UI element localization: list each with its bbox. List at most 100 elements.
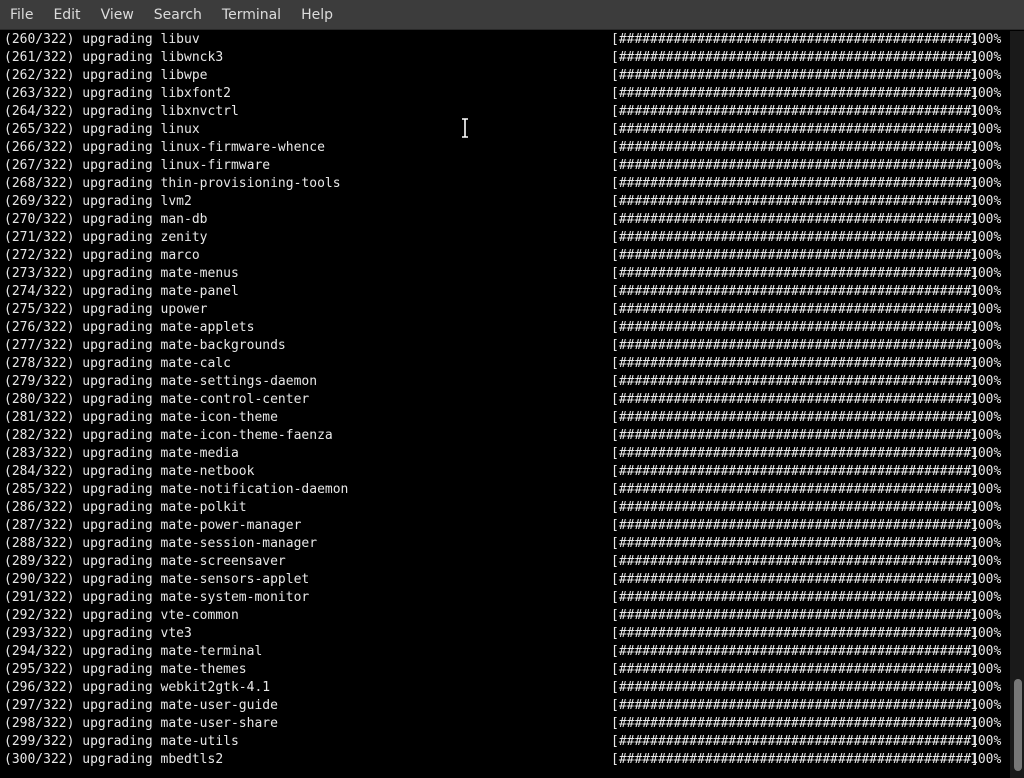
terminal-line: (263/322) upgrading libxfont2 [##########…: [0, 85, 1010, 103]
terminal-line: (272/322) upgrading marco [##############…: [0, 247, 1010, 265]
package-upgrade-text: (300/322) upgrading mbedtls2: [4, 752, 224, 767]
package-upgrade-text: (296/322) upgrading webkit2gtk-4.1: [4, 680, 271, 695]
package-upgrade-text: (287/322) upgrading mate-power-manager: [4, 518, 302, 533]
package-upgrade-text: (298/322) upgrading mate-user-share: [4, 716, 278, 731]
package-upgrade-text: (260/322) upgrading libuv: [4, 32, 200, 47]
package-upgrade-text: (262/322) upgrading libwpe: [4, 68, 208, 83]
progress-bar-text: [#######################################…: [611, 140, 979, 155]
package-upgrade-text: (269/322) upgrading lvm2: [4, 194, 192, 209]
progress-bar-text: [#######################################…: [611, 500, 979, 515]
progress-bar-text: [#######################################…: [611, 554, 979, 569]
progress-bar-text: [#######################################…: [611, 572, 979, 587]
terminal-line: (277/322) upgrading mate-backgrounds [###…: [0, 337, 1010, 355]
package-upgrade-text: (265/322) upgrading linux: [4, 122, 200, 137]
progress-percent: 100%: [970, 554, 1002, 569]
progress-bar-text: [#######################################…: [611, 626, 979, 641]
progress-bar-text: [#######################################…: [611, 86, 979, 101]
progress-percent: 100%: [970, 392, 1002, 407]
package-upgrade-text: (295/322) upgrading mate-themes: [4, 662, 247, 677]
vertical-scrollbar[interactable]: [1010, 31, 1024, 778]
progress-bar-text: [#######################################…: [611, 446, 979, 461]
menu-help[interactable]: Help: [291, 0, 343, 30]
package-upgrade-text: (282/322) upgrading mate-icon-theme-faen…: [4, 428, 333, 443]
progress-percent: 100%: [970, 482, 1002, 497]
progress-percent: 100%: [970, 662, 1002, 677]
terminal-line: (300/322) upgrading mbedtls2 [###########…: [0, 751, 1010, 769]
menu-edit[interactable]: Edit: [43, 0, 90, 30]
progress-bar-text: [#######################################…: [611, 194, 979, 209]
progress-bar-text: [#######################################…: [611, 266, 979, 281]
package-upgrade-text: (285/322) upgrading mate-notification-da…: [4, 482, 349, 497]
progress-percent: 100%: [970, 176, 1002, 191]
terminal-line: (297/322) upgrading mate-user-guide [####…: [0, 697, 1010, 715]
progress-bar-text: [#######################################…: [611, 68, 979, 83]
progress-bar-text: [#######################################…: [611, 176, 979, 191]
package-upgrade-text: (284/322) upgrading mate-netbook: [4, 464, 255, 479]
progress-bar-text: [#######################################…: [611, 248, 979, 263]
terminal-line: (279/322) upgrading mate-settings-daemon…: [0, 373, 1010, 391]
progress-percent: 100%: [970, 644, 1002, 659]
package-upgrade-text: (277/322) upgrading mate-backgrounds: [4, 338, 286, 353]
progress-percent: 100%: [970, 32, 1002, 47]
scrollbar-thumb[interactable]: [1014, 679, 1022, 771]
progress-bar-text: [#######################################…: [611, 608, 979, 623]
progress-percent: 100%: [970, 68, 1002, 83]
menu-view[interactable]: View: [91, 0, 144, 30]
terminal-line: (285/322) upgrading mate-notification-da…: [0, 481, 1010, 499]
progress-percent: 100%: [970, 320, 1002, 335]
progress-bar-text: [#######################################…: [611, 32, 979, 47]
progress-percent: 100%: [970, 230, 1002, 245]
menu-file[interactable]: File: [0, 0, 43, 30]
progress-bar-text: [#######################################…: [611, 410, 979, 425]
package-upgrade-text: (291/322) upgrading mate-system-monitor: [4, 590, 310, 605]
progress-bar-text: [#######################################…: [611, 392, 979, 407]
package-upgrade-text: (267/322) upgrading linux-firmware: [4, 158, 271, 173]
terminal-line: (265/322) upgrading linux [##############…: [0, 121, 1010, 139]
progress-percent: 100%: [970, 428, 1002, 443]
progress-percent: 100%: [970, 590, 1002, 605]
menu-terminal[interactable]: Terminal: [212, 0, 291, 30]
terminal-output[interactable]: (260/322) upgrading libuv [##############…: [0, 31, 1010, 778]
progress-percent: 100%: [970, 446, 1002, 461]
progress-percent: 100%: [970, 716, 1002, 731]
package-upgrade-text: (279/322) upgrading mate-settings-daemon: [4, 374, 318, 389]
progress-bar-text: [#######################################…: [611, 734, 979, 749]
progress-percent: 100%: [970, 50, 1002, 65]
progress-percent: 100%: [970, 140, 1002, 155]
progress-bar-text: [#######################################…: [611, 284, 979, 299]
terminal-line: (266/322) upgrading linux-firmware-whenc…: [0, 139, 1010, 157]
progress-percent: 100%: [970, 698, 1002, 713]
terminal-line: (276/322) upgrading mate-applets [#######…: [0, 319, 1010, 337]
terminal-line: (292/322) upgrading vte-common [#########…: [0, 607, 1010, 625]
package-upgrade-text: (288/322) upgrading mate-session-manager: [4, 536, 318, 551]
package-upgrade-text: (270/322) upgrading man-db: [4, 212, 208, 227]
terminal-line: (283/322) upgrading mate-media [#########…: [0, 445, 1010, 463]
terminal-line: (298/322) upgrading mate-user-share [####…: [0, 715, 1010, 733]
progress-percent: 100%: [970, 572, 1002, 587]
progress-bar-text: [#######################################…: [611, 374, 979, 389]
progress-bar-text: [#######################################…: [611, 752, 979, 767]
terminal-line: (287/322) upgrading mate-power-manager [#…: [0, 517, 1010, 535]
terminal-line: (291/322) upgrading mate-system-monitor […: [0, 589, 1010, 607]
progress-bar-text: [#######################################…: [611, 464, 979, 479]
terminal-line: (282/322) upgrading mate-icon-theme-faen…: [0, 427, 1010, 445]
progress-percent: 100%: [970, 284, 1002, 299]
progress-bar-text: [#######################################…: [611, 590, 979, 605]
progress-bar-text: [#######################################…: [611, 356, 979, 371]
progress-percent: 100%: [970, 752, 1002, 767]
package-upgrade-text: (290/322) upgrading mate-sensors-applet: [4, 572, 310, 587]
progress-percent: 100%: [970, 194, 1002, 209]
package-upgrade-text: (299/322) upgrading mate-utils: [4, 734, 239, 749]
progress-percent: 100%: [970, 356, 1002, 371]
package-upgrade-text: (266/322) upgrading linux-firmware-whenc…: [4, 140, 325, 155]
progress-bar-text: [#######################################…: [611, 716, 979, 731]
package-upgrade-text: (278/322) upgrading mate-calc: [4, 356, 231, 371]
progress-bar-text: [#######################################…: [611, 482, 979, 497]
package-upgrade-text: (268/322) upgrading thin-provisioning-to…: [4, 176, 341, 191]
menu-search[interactable]: Search: [144, 0, 212, 30]
terminal-line: (270/322) upgrading man-db [#############…: [0, 211, 1010, 229]
package-upgrade-text: (263/322) upgrading libxfont2: [4, 86, 231, 101]
progress-percent: 100%: [970, 86, 1002, 101]
terminal-line: (281/322) upgrading mate-icon-theme [####…: [0, 409, 1010, 427]
progress-percent: 100%: [970, 518, 1002, 533]
